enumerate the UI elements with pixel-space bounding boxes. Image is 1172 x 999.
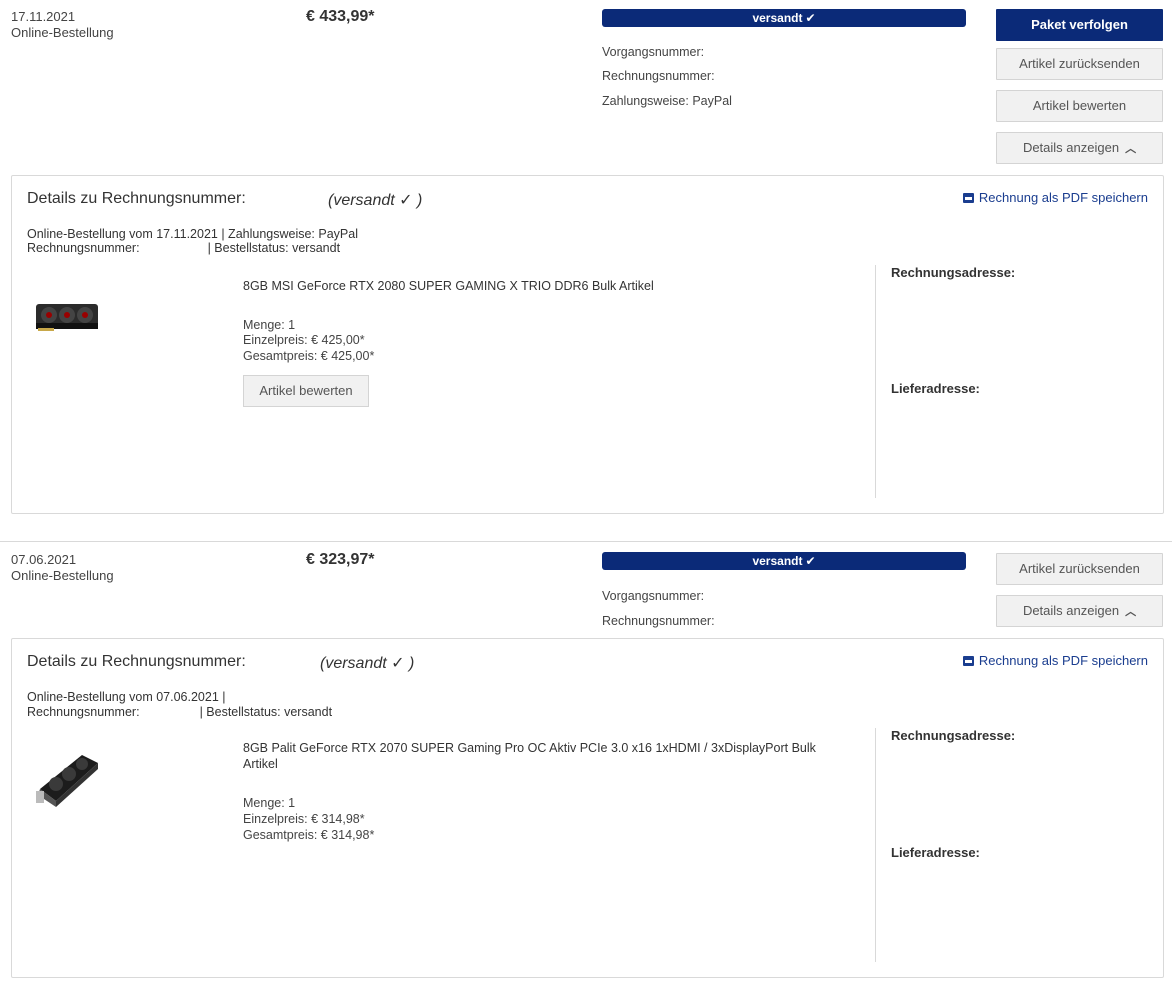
save-pdf-link[interactable]: Rechnung als PDF speichern xyxy=(962,190,1148,205)
vorgangsnummer: Vorgangsnummer: xyxy=(602,45,705,59)
product-image[interactable] xyxy=(34,747,104,813)
details-toggle-label: Details anzeigen xyxy=(1022,140,1120,155)
order-card: 07.06.2021 Online-Bestellung € 323,97* v… xyxy=(0,543,1172,999)
invoice-line: Rechnungsnummer: | Bestellstatus: versand… xyxy=(27,241,340,255)
invoice-label: Rechnungsnummer: xyxy=(27,705,140,719)
vorgangsnummer: Vorgangsnummer: xyxy=(602,589,705,603)
details-toggle-label: Details anzeigen xyxy=(1022,603,1120,618)
shipping-address-label: Lieferadresse: xyxy=(891,381,980,396)
order-total: € 433,99* xyxy=(306,8,375,25)
return-items-button[interactable]: Artikel zurücksenden xyxy=(996,48,1163,80)
invoice-line: Rechnungsnummer: | Bestellstatus: versand… xyxy=(27,705,332,719)
order-status-text: | Bestellstatus: versandt xyxy=(207,241,341,255)
product-name[interactable]: 8GB MSI GeForce RTX 2080 SUPER GAMING X … xyxy=(243,278,853,294)
order-type: Online-Bestellung xyxy=(11,25,114,40)
order-total: € 323,97* xyxy=(306,551,375,568)
printer-icon xyxy=(962,193,974,203)
product-name[interactable]: 8GB Palit GeForce RTX 2070 SUPER Gaming … xyxy=(243,740,853,772)
check-icon: ✔ xyxy=(805,11,816,25)
save-pdf-link[interactable]: Rechnung als PDF speichern xyxy=(962,653,1148,668)
details-toggle-button[interactable]: Details anzeigen ︿ xyxy=(996,132,1163,164)
rechnungsnummer: Rechnungsnummer: xyxy=(602,69,715,83)
rechnungsnummer: Rechnungsnummer: xyxy=(602,614,715,628)
rate-item-button[interactable]: Artikel bewerten xyxy=(243,375,369,407)
status-label: versandt xyxy=(752,11,803,25)
order-divider xyxy=(0,541,1172,542)
chevron-up-icon: ︿ xyxy=(1125,143,1137,155)
billing-address-label: Rechnungsadresse: xyxy=(891,728,1016,743)
panel-status: (versandt ✓ ) xyxy=(320,655,415,672)
details-toggle-button[interactable]: Details anzeigen ︿ xyxy=(996,595,1163,627)
rate-items-button[interactable]: Artikel bewerten xyxy=(996,90,1163,122)
shipping-address-label: Lieferadresse: xyxy=(891,845,980,860)
order-date: 07.06.2021 xyxy=(11,552,77,567)
order-status-text: | Bestellstatus: versandt xyxy=(199,705,333,719)
product-image[interactable] xyxy=(34,298,100,336)
status-badge: versandt ✔ xyxy=(602,9,966,27)
status-badge: versandt ✔ xyxy=(602,552,966,570)
order-type: Online-Bestellung xyxy=(11,568,114,583)
return-items-button[interactable]: Artikel zurücksenden xyxy=(996,553,1163,585)
order-summary-line: Online-Bestellung vom 07.06.2021 | xyxy=(27,690,226,704)
order-details-panel: Details zu Rechnungsnummer: (versandt ✓ … xyxy=(11,638,1164,978)
invoice-label: Rechnungsnummer: xyxy=(27,241,140,255)
billing-address-label: Rechnungsadresse: xyxy=(891,265,1016,280)
chevron-up-icon: ︿ xyxy=(1125,606,1137,618)
product-unit-price: Einzelpreis: € 425,00* xyxy=(243,333,365,347)
order-card: 17.11.2021 Online-Bestellung € 433,99* v… xyxy=(0,0,1172,530)
status-label: versandt xyxy=(752,554,803,568)
panel-title: Details zu Rechnungsnummer: xyxy=(27,190,246,207)
printer-icon xyxy=(962,656,974,666)
order-date: 17.11.2021 xyxy=(11,9,76,24)
save-pdf-label: Rechnung als PDF speichern xyxy=(978,190,1148,205)
order-summary-line: Online-Bestellung vom 17.11.2021 | Zahlu… xyxy=(27,227,358,241)
panel-status: (versandt ✓ ) xyxy=(328,192,423,209)
track-package-button[interactable]: Paket verfolgen xyxy=(996,9,1163,41)
product-quantity: Menge: 1 xyxy=(243,796,296,810)
product-quantity: Menge: 1 xyxy=(243,318,296,332)
check-icon: ✔ xyxy=(805,554,816,568)
zahlungsweise: Zahlungsweise: PayPal xyxy=(602,94,732,108)
product-total-price: Gesamtpreis: € 314,98* xyxy=(243,828,375,842)
product-total-price: Gesamtpreis: € 425,00* xyxy=(243,349,375,363)
product-unit-price: Einzelpreis: € 314,98* xyxy=(243,812,365,826)
column-divider xyxy=(875,265,876,498)
column-divider xyxy=(875,728,876,962)
save-pdf-label: Rechnung als PDF speichern xyxy=(978,653,1148,668)
panel-title: Details zu Rechnungsnummer: xyxy=(27,653,246,670)
order-details-panel: Details zu Rechnungsnummer: (versandt ✓ … xyxy=(11,175,1164,514)
